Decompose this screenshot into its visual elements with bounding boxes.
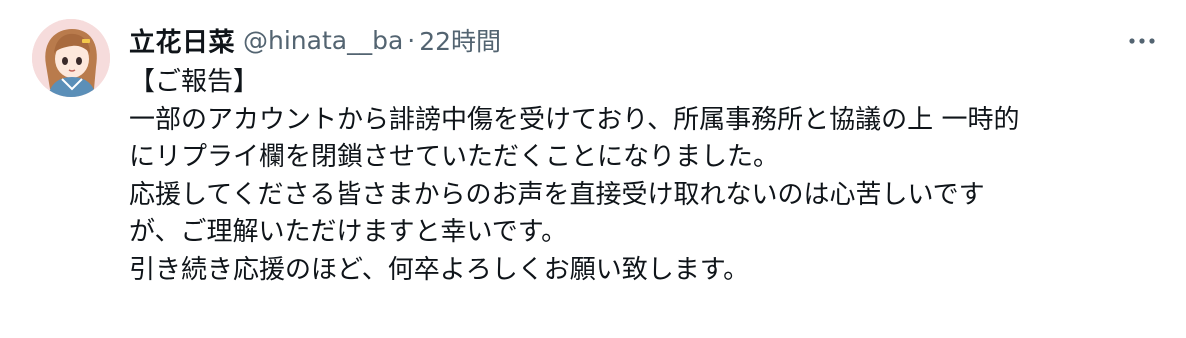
display-name[interactable]: 立花日菜: [129, 22, 235, 59]
user-handle[interactable]: @hinata__ba: [243, 26, 403, 55]
tweet-header: 立花日菜 @hinata__ba · 22時間: [129, 22, 501, 58]
tweet-line: 一部のアカウントから誹謗中傷を受けており、所属事務所と協議の上 一時的: [129, 104, 1020, 135]
avatar-illustration-icon: [32, 19, 110, 97]
separator-dot: ·: [407, 25, 416, 55]
tweet-line: が、ご理解いただけますと幸いです。: [129, 217, 568, 248]
tweet: 立花日菜 @hinata__ba · 22時間 【ご報告】 一部のアカウントから…: [0, 0, 1186, 338]
timestamp[interactable]: 22時間: [419, 22, 501, 58]
tweet-line: 応援してくださる皆さまからのお声を直接受け取れないのは心苦しいです: [129, 179, 985, 210]
more-dots-icon[interactable]: [1124, 30, 1160, 52]
tweet-text: 【ご報告】 一部のアカウントから誹謗中傷を受けており、所属事務所と協議の上 一時…: [129, 64, 1169, 290]
tweet-line: 引き続き応援のほど、何卒よろしくお願い致します。: [129, 254, 750, 285]
avatar[interactable]: [32, 19, 110, 97]
tweet-line: 【ご報告】: [129, 67, 260, 97]
tweet-line: にリプライ欄を閉鎖させていただくことになりました。: [129, 142, 780, 173]
